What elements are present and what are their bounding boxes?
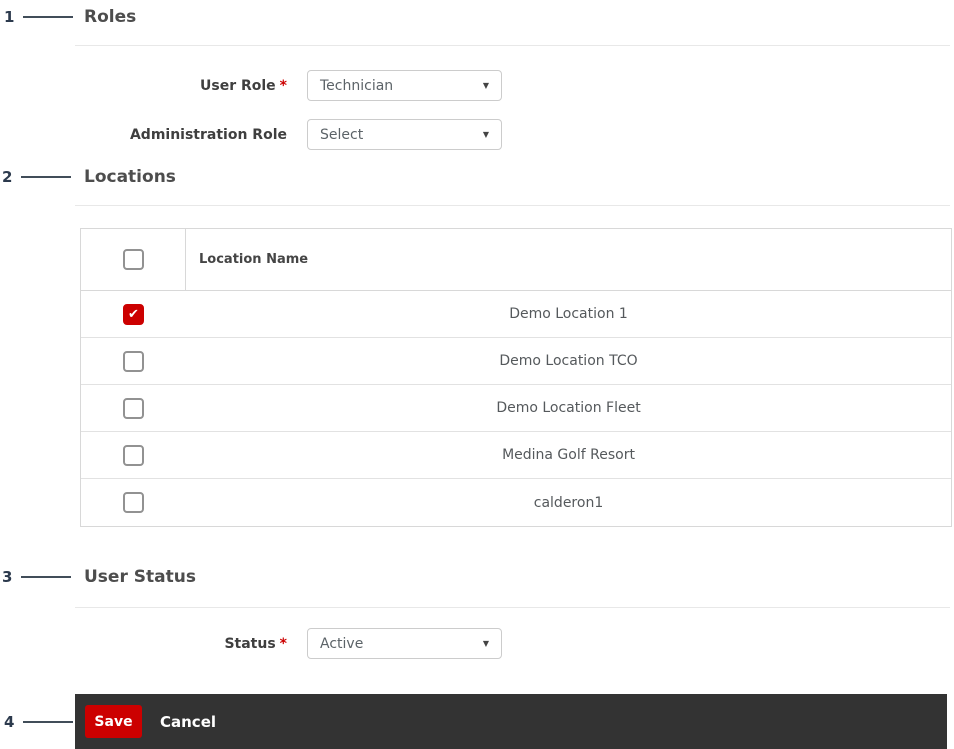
location-name-cell: Demo Location 1 <box>509 306 628 322</box>
table-row: ✔ Demo Location TCO <box>81 338 951 385</box>
callout-line <box>23 721 74 723</box>
location-name-cell: Medina Golf Resort <box>502 447 635 463</box>
callout-line <box>21 576 72 578</box>
location-name-cell: Demo Location Fleet <box>496 400 641 416</box>
administration-role-select[interactable]: Select ▼ <box>307 119 502 150</box>
table-row: ✔ Demo Location Fleet <box>81 385 951 432</box>
locations-table: ✔ Location Name ✔ Demo Location 1 ✔ Demo… <box>80 228 952 527</box>
status-label: Status * <box>224 628 287 659</box>
location-name-header: Location Name <box>199 252 309 267</box>
user-role-row: User Role * Technician ▼ <box>0 70 954 101</box>
administration-role-row: Administration Role Select ▼ <box>0 119 954 150</box>
selected-value: Select <box>320 126 364 143</box>
callout-number: 1 <box>4 8 15 26</box>
label-text: Administration Role <box>129 126 287 143</box>
select-all-checkbox[interactable]: ✔ <box>122 249 144 270</box>
table-row: ✔ Medina Golf Resort <box>81 432 951 479</box>
required-asterisk: * <box>279 77 287 94</box>
checkbox-column: ✔ <box>81 385 186 431</box>
footer-action-bar: Save Cancel <box>75 694 947 749</box>
section-divider <box>75 205 950 206</box>
table-row: ✔ Demo Location 1 <box>81 291 951 338</box>
selected-value: Technician <box>320 77 394 94</box>
checkmark-icon: ✔ <box>128 306 139 322</box>
table-row: ✔ calderon1 <box>81 479 951 526</box>
checkbox-column: ✔ <box>81 479 186 526</box>
section-title-roles: Roles <box>84 7 137 27</box>
row-checkbox[interactable]: ✔ <box>123 492 144 513</box>
callout-number: 3 <box>2 568 13 586</box>
checkbox-column: ✔ <box>81 432 186 478</box>
callout-number: 4 <box>4 713 15 731</box>
section-divider <box>75 45 950 46</box>
callout-line <box>21 176 72 178</box>
label-text: Status <box>224 635 276 652</box>
section-divider <box>75 607 950 608</box>
required-asterisk: * <box>279 635 287 652</box>
save-button[interactable]: Save <box>85 705 142 738</box>
row-checkbox[interactable]: ✔ <box>123 350 144 372</box>
cancel-button[interactable]: Cancel <box>160 694 216 749</box>
locations-table-header: ✔ Location Name <box>81 229 951 291</box>
user-role-select[interactable]: Technician ▼ <box>307 70 502 101</box>
status-row: Status * Active ▼ <box>0 628 954 659</box>
selected-value: Active <box>320 635 364 652</box>
section-title-locations: Locations <box>84 167 176 187</box>
section-title-user-status: User Status <box>84 567 196 587</box>
row-checkbox[interactable]: ✔ <box>123 303 144 325</box>
dropdown-caret-icon: ▼ <box>482 130 489 139</box>
row-checkbox[interactable]: ✔ <box>123 397 144 419</box>
dropdown-caret-icon: ▼ <box>482 81 489 90</box>
callout-line <box>23 16 74 18</box>
label-text: User Role <box>200 77 276 94</box>
user-role-label: User Role * <box>200 70 287 101</box>
callout-1: 1 <box>4 8 74 26</box>
location-name-cell: calderon1 <box>533 494 604 511</box>
checkbox-column: ✔ <box>81 229 186 290</box>
checkbox-column: ✔ <box>81 338 186 384</box>
callout-4: 4 <box>4 713 74 731</box>
checkbox-column: ✔ <box>81 291 186 337</box>
status-select[interactable]: Active ▼ <box>307 628 502 659</box>
callout-3: 3 <box>2 568 72 586</box>
administration-role-label: Administration Role <box>130 119 287 150</box>
callout-2: 2 <box>2 168 72 186</box>
callout-number: 2 <box>2 168 13 186</box>
location-name-cell: Demo Location TCO <box>499 353 638 369</box>
row-checkbox[interactable]: ✔ <box>123 444 144 466</box>
user-settings-page: 1 2 3 4 Roles User Role * Technician ▼ A… <box>0 0 954 749</box>
dropdown-caret-icon: ▼ <box>482 639 489 648</box>
